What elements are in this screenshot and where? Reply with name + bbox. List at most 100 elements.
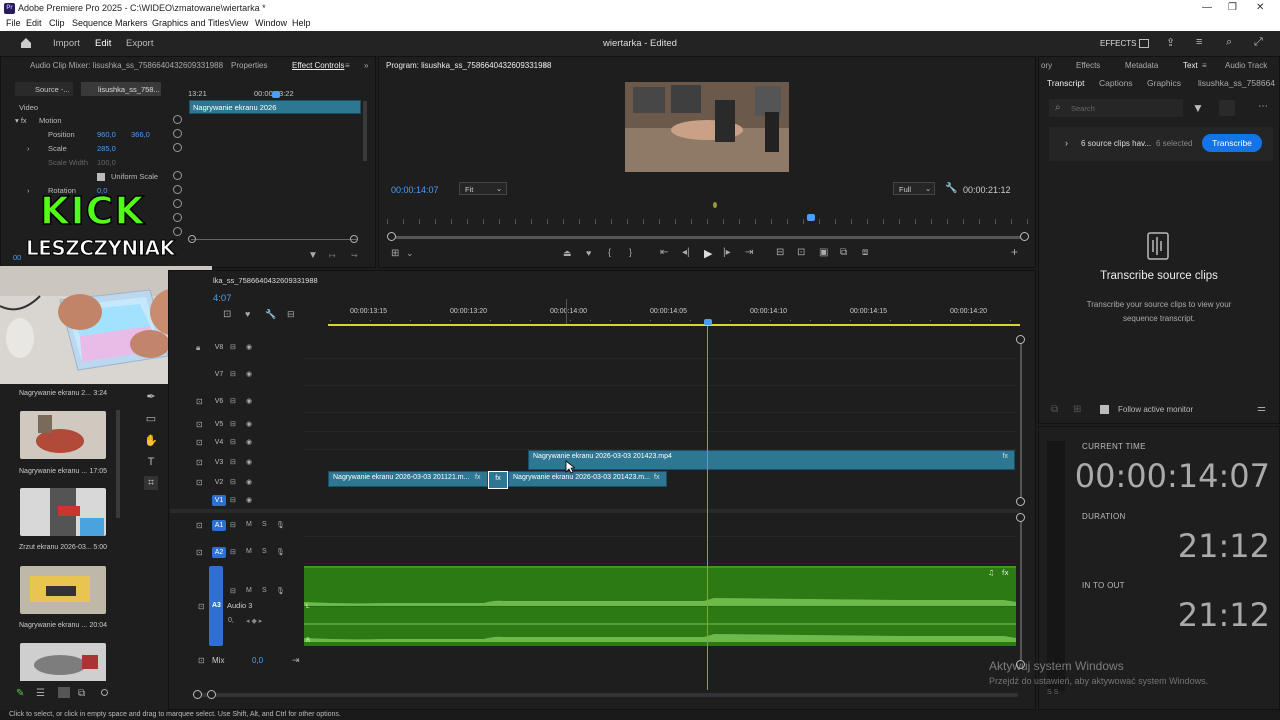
mark-out-icon[interactable]: } <box>629 247 632 257</box>
solo-button[interactable]: S <box>262 548 267 555</box>
program-playhead[interactable] <box>807 214 815 221</box>
settings-icon[interactable]: ⊞ <box>391 248 399 259</box>
timeline-ruler[interactable]: 00:00:13:15 00:00:13:20 00:00:14:00 00:0… <box>330 306 1020 326</box>
menu-window[interactable]: Window <box>255 18 287 28</box>
sequence-tab[interactable]: lka_ss_7586640432609331988 <box>213 276 318 285</box>
maximize-button[interactable]: ❐ <box>1228 2 1237 13</box>
motion-row[interactable]: ▾ fx Motion <box>1 114 191 127</box>
a3-label[interactable]: A3 <box>212 602 221 609</box>
home-icon[interactable] <box>20 37 32 49</box>
sync-icon[interactable]: ⊟ <box>230 420 236 428</box>
eye-icon[interactable]: ◉ <box>246 343 252 351</box>
chevron-right-icon[interactable]: › <box>1065 138 1068 148</box>
eye-icon[interactable]: ◉ <box>246 438 252 446</box>
scale-value[interactable]: 285,0 <box>97 144 116 153</box>
lift-icon[interactable]: ⏏ <box>563 248 572 259</box>
menu-graphics[interactable]: Graphics and Titles <box>152 18 229 28</box>
lock-icon[interactable]: ⊡ <box>198 656 205 665</box>
filter-icon[interactable]: ▼ <box>308 250 318 261</box>
timeline-timecode[interactable]: 4:07 <box>213 293 232 304</box>
lock-icon[interactable]: ⊡ <box>196 458 203 467</box>
bin-item-label[interactable]: Nagrywanie ekranu 2... 3:24 <box>19 390 109 397</box>
go-to-out-icon[interactable]: ⇥ <box>745 247 753 258</box>
timeline-playhead-marker[interactable] <box>704 319 712 325</box>
fx-badge[interactable]: fx <box>1003 453 1008 460</box>
play-icon[interactable]: ▶ <box>704 247 712 260</box>
zoom-handle-right[interactable] <box>350 235 358 243</box>
wrench-icon[interactable]: 🔧 <box>265 309 276 320</box>
lock-icon[interactable]: ⊡ <box>196 548 203 557</box>
close-button[interactable]: ✕ <box>1256 2 1264 13</box>
fullscreen-icon[interactable]: ⤢ <box>1254 36 1263 49</box>
reset-icon[interactable] <box>173 199 182 208</box>
work-area-bar[interactable] <box>328 324 1020 326</box>
icon-view-icon[interactable] <box>58 687 70 698</box>
sync-icon[interactable]: ⊟ <box>230 496 236 504</box>
tab-effect-controls[interactable]: Effect Controls <box>292 61 344 70</box>
vr-icon[interactable]: ⧈ <box>862 247 868 258</box>
mute-button[interactable]: M <box>246 521 252 528</box>
menu-clip[interactable]: Clip <box>49 18 65 28</box>
text-panel-menu-icon[interactable]: ≡ <box>1202 61 1207 70</box>
clip-v2-b[interactable]: Nagrywanie ekranu 2026-03-03 201423.m...… <box>508 471 667 487</box>
bin-item-label[interactable]: Nagrywanie ekranu ... 20:04 <box>19 622 109 629</box>
pencil-icon[interactable]: ✎ <box>16 688 24 699</box>
effect-controls-ruler[interactable]: 13:21 00:00:13:22 <box>188 87 364 99</box>
sync-icon[interactable]: ⊟ <box>230 478 236 486</box>
solo-button[interactable]: S <box>262 521 267 528</box>
wrench-icon[interactable]: 🔧 <box>945 183 957 194</box>
list-view-icon[interactable]: ☰ <box>36 688 45 699</box>
sync-icon[interactable]: ⊟ <box>230 397 236 405</box>
step-back-icon[interactable]: ◂| <box>682 247 690 258</box>
go-to-in-icon[interactable]: ⇤ <box>660 247 668 258</box>
fit-dropdown[interactable]: Fit ⌄ <box>459 182 507 195</box>
transcript-search-input[interactable]: ⌕ Search <box>1049 99 1183 117</box>
sliders-icon[interactable]: ⚌ <box>1257 403 1266 414</box>
bin-item-label[interactable]: Zrzut ekranu 2026-03... 5:00 <box>19 544 109 551</box>
minimize-button[interactable]: — <box>1202 2 1212 13</box>
menu-sequence[interactable]: Sequence <box>72 18 113 28</box>
tab-edit[interactable]: Edit <box>95 38 111 49</box>
menu-view[interactable]: View <box>229 18 248 28</box>
tab-graphics[interactable]: Graphics <box>1147 78 1181 88</box>
program-video-frame[interactable] <box>625 82 789 172</box>
position-y-value[interactable]: 366,0 <box>131 130 150 139</box>
bin-thumb-3[interactable] <box>20 566 106 614</box>
hand-tool-icon[interactable]: ✋ <box>144 434 158 448</box>
bin-item-label[interactable]: Nagrywanie ekranu ... 17:05 <box>19 468 109 475</box>
nest-icon[interactable]: ↪ <box>351 251 358 260</box>
effects-button[interactable]: EFFECTS <box>1100 39 1136 48</box>
freeform-view-icon[interactable]: ⧉ <box>78 688 85 699</box>
menu-edit[interactable]: Edit <box>26 18 42 28</box>
fx-badge[interactable]: fx <box>654 474 659 481</box>
sync-icon[interactable]: ⊟ <box>230 458 236 466</box>
sync-icon[interactable]: ⊟ <box>230 343 236 351</box>
lock-icon[interactable]: ⊡ <box>196 478 203 487</box>
mute-button[interactable]: M <box>246 548 252 555</box>
reset-icon[interactable] <box>173 115 182 124</box>
clip-subtab[interactable]: lisushka_ss_758... <box>81 82 161 96</box>
lock-icon[interactable]: ⊡ <box>196 438 203 447</box>
timeline-h-scrollbar[interactable] <box>198 693 1018 697</box>
solo-button[interactable]: S <box>262 587 267 594</box>
keyframe-nav[interactable]: ◂ ◆ ▸ <box>246 617 262 625</box>
chevron-down-icon[interactable]: ⌄ <box>406 248 414 259</box>
position-x-value[interactable]: 960,0 <box>97 130 116 139</box>
sync-icon[interactable]: ⊟ <box>230 587 236 595</box>
eye-icon[interactable]: ◉ <box>246 478 252 486</box>
menu-lines-icon[interactable]: ≡ <box>1196 36 1202 48</box>
uniform-scale-checkbox[interactable] <box>97 173 105 181</box>
scroll-handle-left[interactable] <box>387 232 396 241</box>
add-button-icon[interactable]: + <box>1011 245 1018 259</box>
bin-thumb-1[interactable] <box>20 411 106 459</box>
reset-icon[interactable] <box>173 129 182 138</box>
export-icon[interactable]: ↦ <box>329 251 336 260</box>
step-forward-icon[interactable]: |▸ <box>723 247 731 258</box>
tab-properties[interactable]: Properties <box>231 61 267 70</box>
tab-transcript[interactable]: Transcript <box>1047 78 1084 88</box>
menu-help[interactable]: Help <box>292 18 311 28</box>
tab-export[interactable]: Export <box>126 38 153 49</box>
insert-icon[interactable]: ⊟ <box>776 247 784 258</box>
grid-icon[interactable]: ⊞ <box>1073 404 1081 415</box>
panel-layout-icon[interactable] <box>1139 39 1149 48</box>
